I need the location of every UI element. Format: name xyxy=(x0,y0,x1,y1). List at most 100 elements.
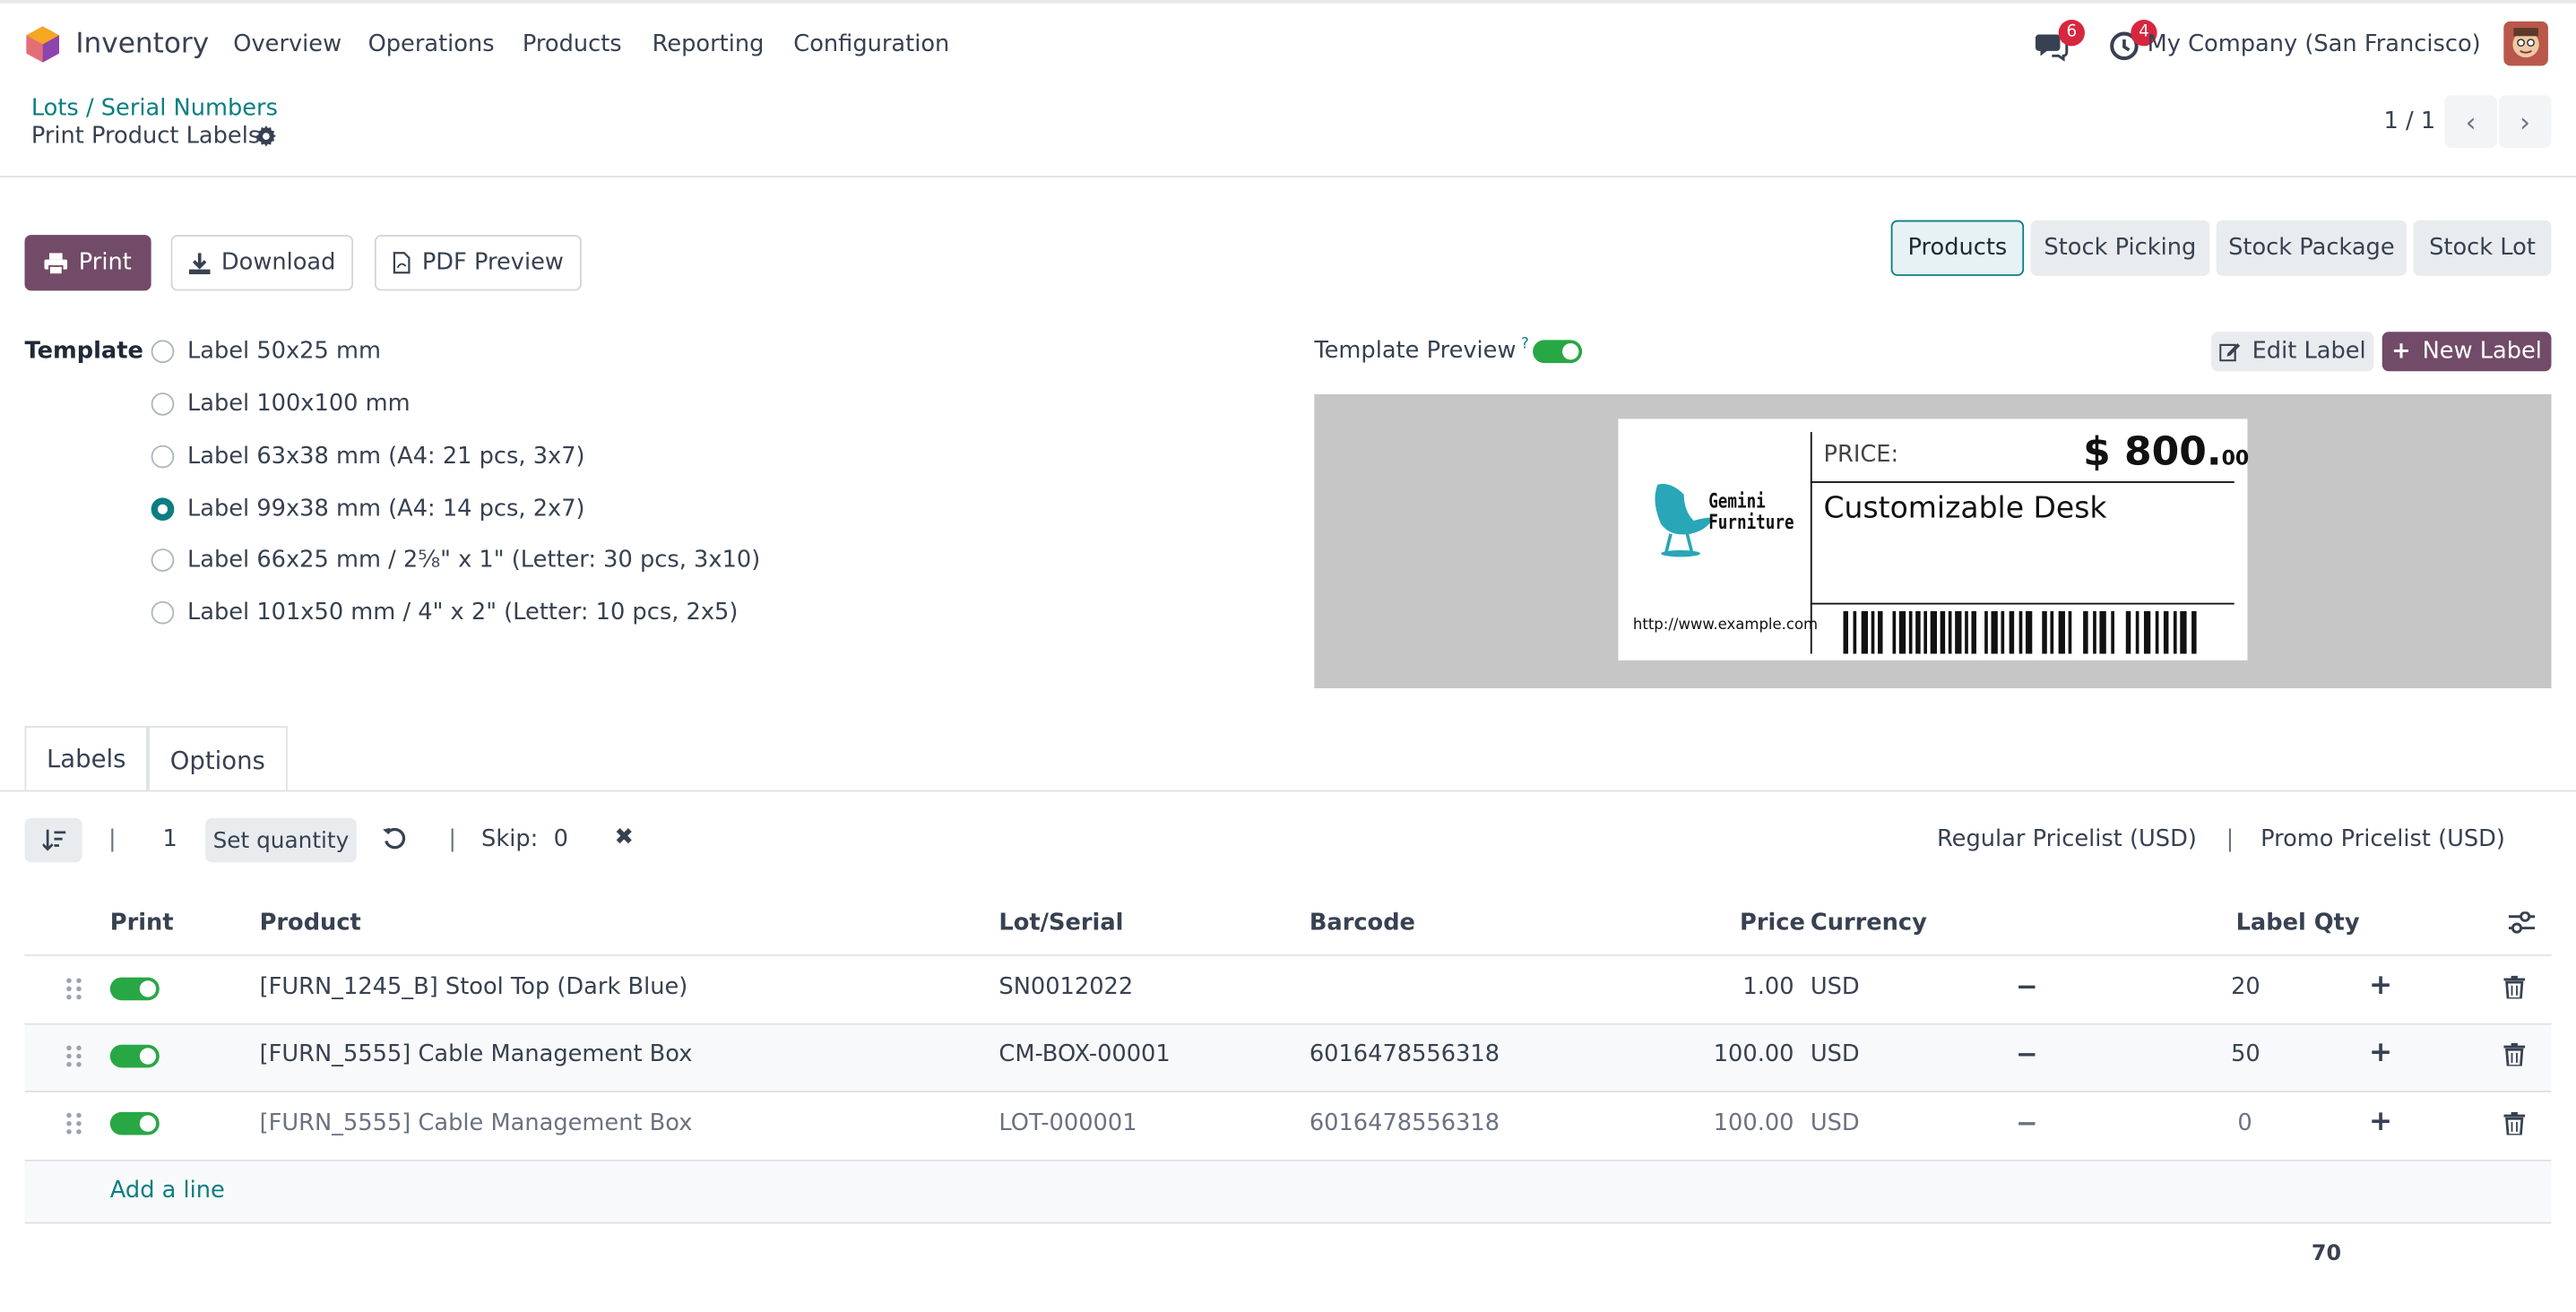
minus-icon[interactable]: − xyxy=(2016,1107,2038,1138)
page-title: Print Product Labels xyxy=(30,123,261,150)
plus-icon[interactable]: + xyxy=(2369,1037,2392,1070)
currency-cell[interactable]: USD xyxy=(1811,1110,1860,1136)
column-header-price[interactable]: Price xyxy=(1740,910,1805,936)
price-cell[interactable]: 100.00 xyxy=(1714,1041,1794,1067)
tab-labels[interactable]: Labels xyxy=(24,726,148,792)
help-tooltip-icon[interactable]: ? xyxy=(1521,337,1529,353)
reset-undo-icon[interactable] xyxy=(383,827,406,851)
menu-products[interactable]: Products xyxy=(523,31,622,57)
menu-operations[interactable]: Operations xyxy=(368,31,495,57)
column-header-label-qty[interactable]: Label Qty xyxy=(2236,910,2360,936)
tab-options[interactable]: Options xyxy=(147,726,288,792)
lot-cell[interactable]: CM-BOX-00001 xyxy=(998,1041,1170,1067)
tab-products[interactable]: Products xyxy=(1890,220,2025,276)
product-cell[interactable]: [FURN_5555] Cable Management Box xyxy=(260,1041,693,1067)
radio-button[interactable] xyxy=(151,600,175,625)
tab-stock-lot[interactable]: Stock Lot xyxy=(2413,220,2552,276)
lot-cell[interactable]: LOT-000001 xyxy=(998,1110,1137,1136)
radio-button[interactable] xyxy=(151,393,175,416)
barcode-cell[interactable]: 6016478556318 xyxy=(1310,1110,1500,1136)
pager-value[interactable]: 1 / 1 xyxy=(2384,108,2436,134)
label-qty-cell[interactable]: 20 xyxy=(2231,974,2260,1000)
card-divider-vertical xyxy=(1810,432,1812,654)
template-option-label: Label 101x50 mm / 4" x 2" (Letter: 10 pc… xyxy=(186,600,739,626)
gear-icon[interactable] xyxy=(255,125,278,148)
radio-button-checked[interactable] xyxy=(151,497,175,522)
product-cell[interactable]: [FURN_1245_B] Stool Top (Dark Blue) xyxy=(260,974,688,1000)
add-line-link[interactable]: Add a line xyxy=(110,1178,225,1204)
tab-stock-picking[interactable]: Stock Picking xyxy=(2030,220,2210,276)
print-button-label: Print xyxy=(78,249,132,276)
tab-stock-package[interactable]: Stock Package xyxy=(2216,220,2407,276)
product-cell[interactable]: [FURN_5555] Cable Management Box xyxy=(260,1110,693,1136)
menu-configuration[interactable]: Configuration xyxy=(793,31,949,57)
minus-icon[interactable]: − xyxy=(2016,1038,2038,1069)
company-switcher[interactable]: My Company (San Francisco) xyxy=(2148,31,2481,57)
pdf-preview-button[interactable]: PDF Preview xyxy=(374,235,582,291)
user-avatar[interactable] xyxy=(2503,21,2548,66)
sort-button[interactable] xyxy=(24,817,82,863)
radio-button[interactable] xyxy=(151,340,175,364)
skip-input[interactable]: 0 xyxy=(554,826,568,852)
set-quantity-button[interactable]: Set quantity xyxy=(205,817,357,863)
clear-close-icon[interactable]: ✖ xyxy=(615,824,635,850)
table-row[interactable]: [FURN_5555] Cable Management Box CM-BOX-… xyxy=(24,1024,2552,1092)
print-toggle[interactable] xyxy=(109,1111,160,1135)
tabs-divider xyxy=(0,790,2576,792)
template-option[interactable]: Label 101x50 mm / 4" x 2" (Letter: 10 pc… xyxy=(151,596,739,629)
menu-overview[interactable]: Overview xyxy=(233,31,341,57)
pager-next-button[interactable]: › xyxy=(2498,95,2552,148)
drag-handle-icon[interactable] xyxy=(65,978,82,1001)
column-header-lot-serial[interactable]: Lot/Serial xyxy=(998,910,1123,936)
column-header-barcode[interactable]: Barcode xyxy=(1310,910,1415,936)
column-header-print[interactable]: Print xyxy=(110,910,174,936)
regular-pricelist-label[interactable]: Regular Pricelist (USD) xyxy=(1937,826,2197,852)
template-option[interactable]: Label 50x25 mm xyxy=(151,335,381,368)
quantity-input[interactable]: 1 xyxy=(162,826,177,852)
drag-handle-icon[interactable] xyxy=(65,1045,82,1068)
edit-label-button[interactable]: Edit Label xyxy=(2211,332,2374,372)
app-name[interactable]: Inventory xyxy=(75,28,209,61)
promo-pricelist-label[interactable]: Promo Pricelist (USD) xyxy=(2260,826,2505,852)
trash-icon[interactable] xyxy=(2503,1111,2526,1135)
table-row[interactable]: [FURN_1245_B] Stool Top (Dark Blue) SN00… xyxy=(24,956,2551,1023)
template-option[interactable]: Label 63x38 mm (A4: 21 pcs, 3x7) xyxy=(151,440,585,473)
table-row[interactable]: [FURN_5555] Cable Management Box LOT-000… xyxy=(24,1092,2551,1160)
trash-icon[interactable] xyxy=(2503,1042,2526,1066)
radio-button[interactable] xyxy=(151,548,175,572)
optional-columns-icon[interactable] xyxy=(2508,911,2536,935)
pager-previous-button[interactable]: ‹ xyxy=(2444,95,2498,148)
new-label-button[interactable]: + New Label xyxy=(2382,332,2552,372)
template-option-selected[interactable]: Label 99x38 mm (A4: 14 pcs, 2x7) xyxy=(151,493,585,526)
breadcrumb[interactable]: Lots / Serial Numbers xyxy=(31,95,278,121)
label-qty-cell[interactable]: 0 xyxy=(2237,1110,2252,1136)
odoo-app-logo-icon[interactable] xyxy=(24,24,60,64)
template-preview-toggle[interactable] xyxy=(1533,340,1583,364)
barcode-cell[interactable]: 6016478556318 xyxy=(1310,1041,1500,1067)
add-line-row: Add a line xyxy=(24,1161,2552,1224)
lot-cell[interactable]: SN0012022 xyxy=(998,974,1133,1000)
download-button[interactable]: Download xyxy=(170,235,354,291)
plus-icon[interactable]: + xyxy=(2369,1106,2392,1139)
template-option[interactable]: Label 66x25 mm / 2⅝" x 1" (Letter: 30 pc… xyxy=(151,544,761,577)
column-header-currency[interactable]: Currency xyxy=(1811,910,1927,936)
currency-cell[interactable]: USD xyxy=(1811,974,1860,1000)
price-cell[interactable]: 100.00 xyxy=(1714,1110,1794,1136)
label-qty-cell[interactable]: 50 xyxy=(2231,1041,2260,1067)
card-divider-horizontal xyxy=(1810,481,2235,483)
print-toggle[interactable] xyxy=(109,1044,160,1068)
template-option[interactable]: Label 100x100 mm xyxy=(151,388,411,421)
template-option-label: Label 50x25 mm xyxy=(186,338,381,365)
minus-icon[interactable]: − xyxy=(2016,971,2038,1002)
radio-button[interactable] xyxy=(151,445,175,469)
price-cell[interactable]: 1.00 xyxy=(1742,974,1794,1000)
column-header-product[interactable]: Product xyxy=(260,910,361,936)
drag-handle-icon[interactable] xyxy=(65,1112,82,1135)
print-toggle[interactable] xyxy=(109,977,160,1001)
trash-icon[interactable] xyxy=(2503,975,2526,999)
currency-cell[interactable]: USD xyxy=(1811,1041,1860,1067)
price-currency: $ xyxy=(2083,428,2111,475)
plus-icon[interactable]: + xyxy=(2369,969,2392,1002)
menu-reporting[interactable]: Reporting xyxy=(653,31,765,57)
print-button[interactable]: Print xyxy=(24,235,151,291)
